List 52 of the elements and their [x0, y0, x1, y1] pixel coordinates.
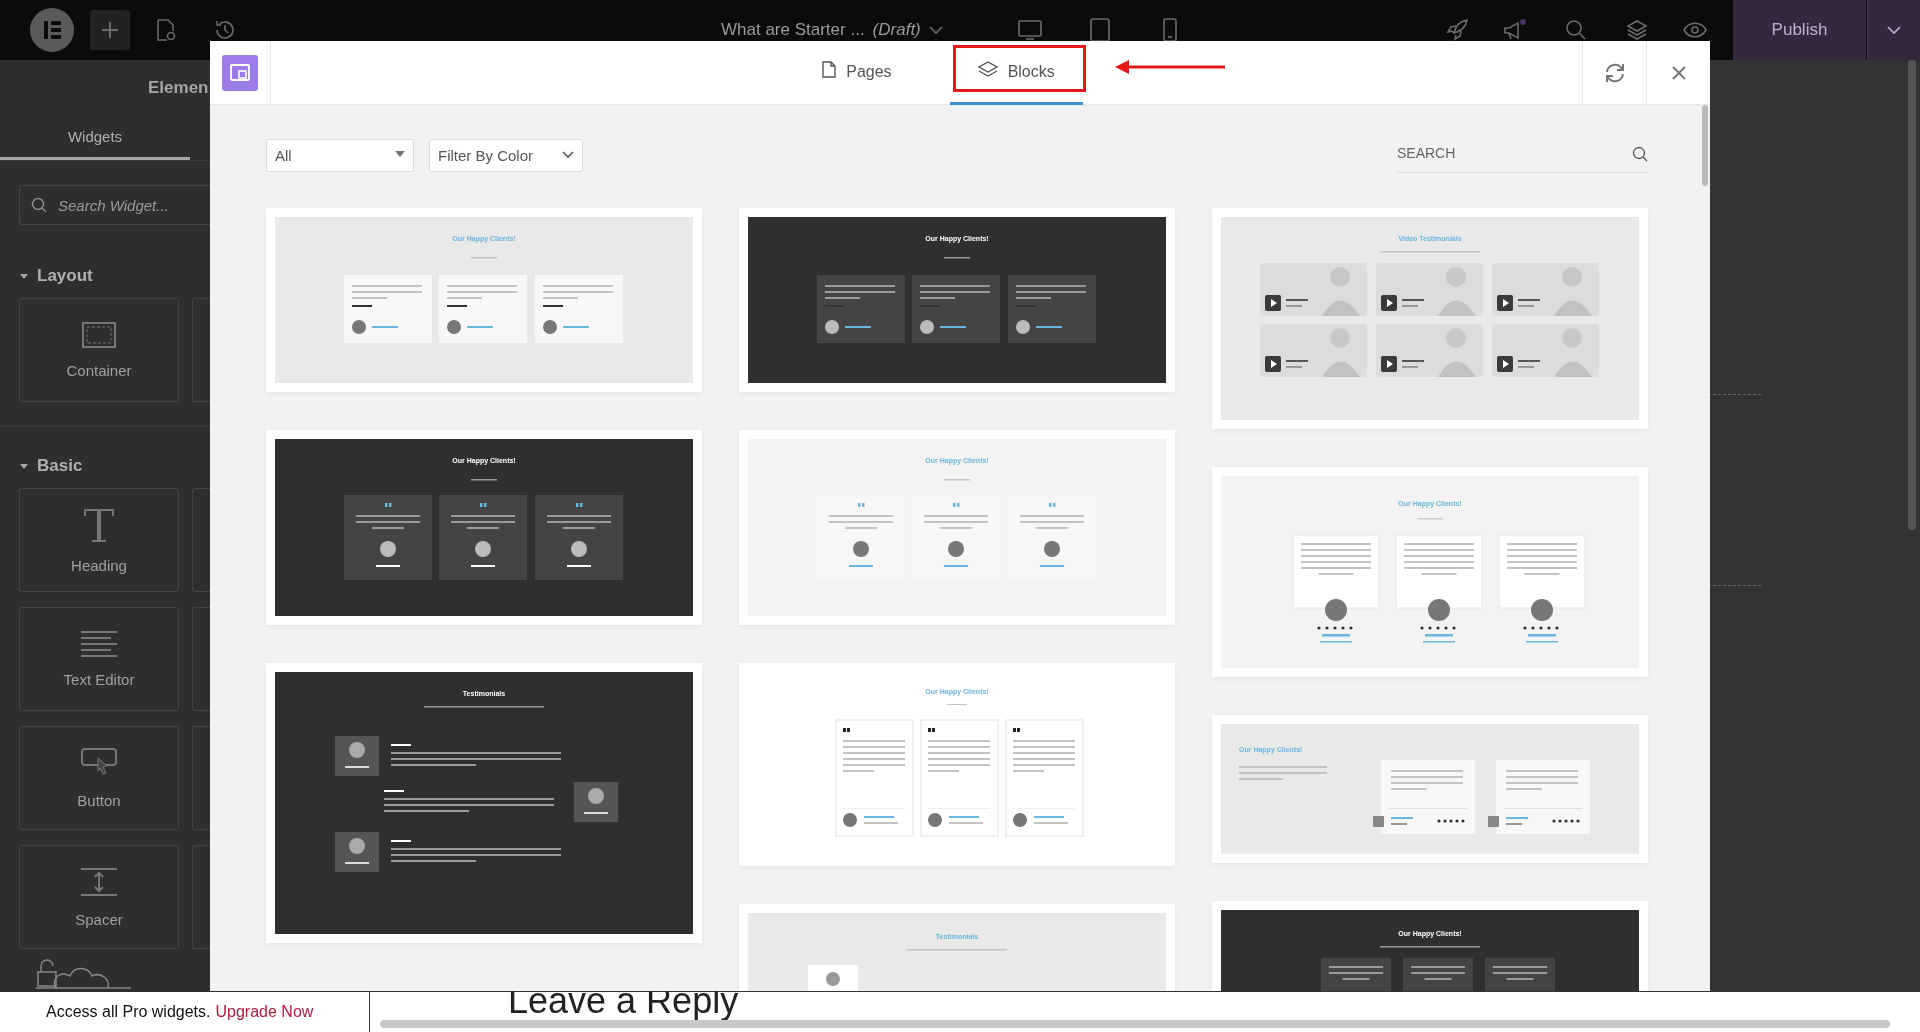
- widget-label: Button: [77, 791, 121, 809]
- text-widget-icon: [81, 630, 117, 657]
- widget-tile[interactable]: Container: [19, 298, 179, 402]
- upgrade-link[interactable]: Upgrade Now: [215, 1003, 314, 1021]
- container-widget-icon: [82, 321, 116, 348]
- mobile-icon[interactable]: [1163, 18, 1177, 42]
- color-filter-dropdown[interactable]: Filter By Color: [429, 139, 583, 172]
- widget-label: Container: [66, 361, 132, 379]
- pages-tab[interactable]: Pages: [794, 41, 920, 105]
- panel-title: Elemen: [148, 77, 209, 98]
- chevron-down-icon[interactable]: [928, 25, 943, 35]
- search-icon: [31, 197, 47, 213]
- add-icon[interactable]: [90, 10, 130, 50]
- layers-icon[interactable]: [1626, 19, 1648, 41]
- widget-tile[interactable]: Heading: [19, 488, 179, 592]
- scrollbar-thumb[interactable]: [1702, 105, 1708, 186]
- publish-button[interactable]: Publish: [1733, 0, 1866, 60]
- widget-label: Heading: [71, 556, 127, 574]
- desktop-icon[interactable]: [1018, 20, 1042, 40]
- chevron-down-icon: [562, 151, 574, 159]
- chevron-down-icon: [1887, 25, 1901, 35]
- tablet-icon[interactable]: [1090, 18, 1110, 42]
- category-dropdown[interactable]: All: [266, 139, 414, 172]
- widget-tile[interactable]: Button: [19, 726, 179, 830]
- scrollbar-thumb[interactable]: [1908, 60, 1916, 530]
- dropdown-arrow-icon: [395, 151, 405, 157]
- history-icon[interactable]: [214, 19, 236, 41]
- refresh-icon: [1603, 62, 1626, 83]
- elementor-logo-icon[interactable]: [30, 8, 74, 52]
- category-title[interactable]: Layout: [37, 265, 93, 286]
- widgets-tab[interactable]: Widgets: [0, 115, 190, 160]
- search-icon: [1632, 145, 1648, 162]
- widget-tile[interactable]: Text Editor: [19, 607, 179, 711]
- rocket-icon[interactable]: [1446, 19, 1468, 41]
- widget-tile[interactable]: Spacer: [19, 845, 179, 949]
- library-logo-icon: [222, 54, 258, 91]
- preview-eye-icon[interactable]: [1683, 22, 1707, 38]
- spacer-widget-icon: [81, 866, 117, 897]
- search-field[interactable]: Search Widget...: [19, 185, 210, 225]
- close-icon: [1671, 65, 1686, 80]
- page-settings-icon[interactable]: [156, 19, 176, 41]
- scrollbar-thumb[interactable]: [380, 1020, 1890, 1028]
- widget-label: Spacer: [75, 910, 123, 928]
- search-icon[interactable]: [1565, 19, 1587, 41]
- blocks-tab[interactable]: Blocks: [949, 41, 1083, 105]
- megaphone-icon[interactable]: [1503, 19, 1527, 41]
- category-title[interactable]: Basic: [37, 455, 83, 476]
- draft-status: (Draft): [872, 20, 921, 40]
- heading-widget-icon: [82, 506, 116, 543]
- promo-text: Access all Pro widgets.: [46, 1003, 211, 1021]
- document-title[interactable]: What are Starter ...: [721, 20, 865, 40]
- widget-label: Text Editor: [63, 670, 135, 688]
